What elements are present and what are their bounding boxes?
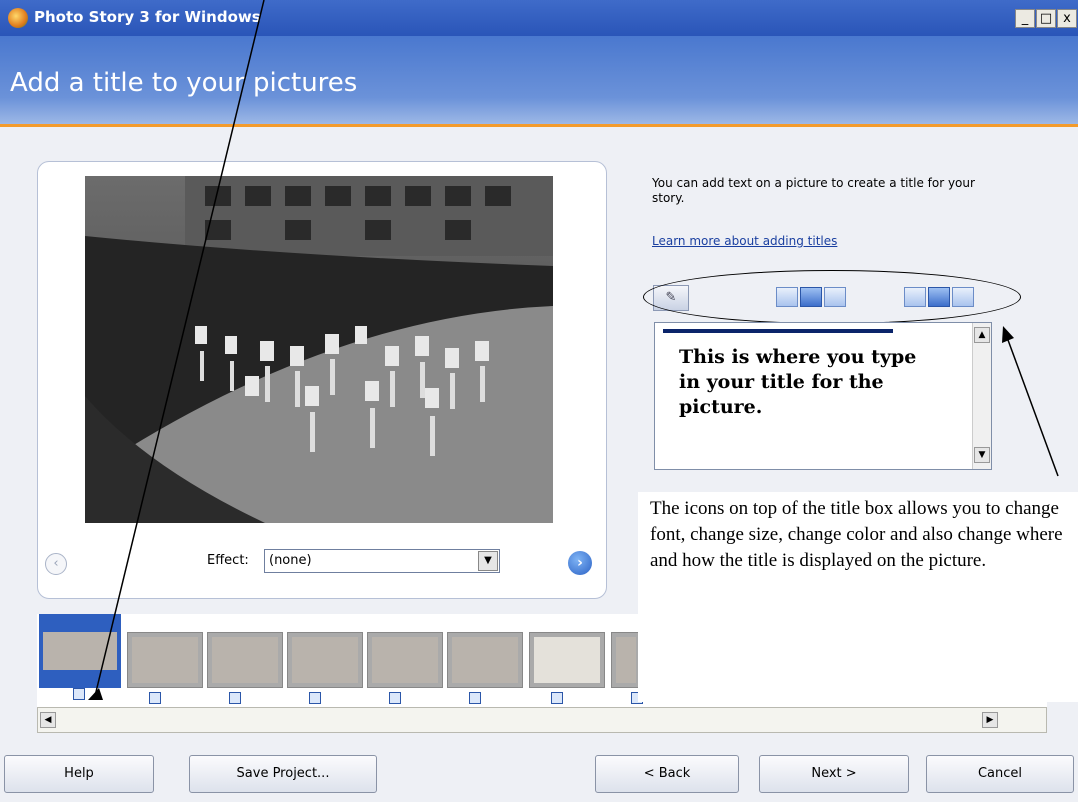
edit-icon[interactable]: [469, 692, 481, 704]
page-title: Add a title to your pictures: [10, 68, 358, 98]
scroll-right-icon[interactable]: ▶: [982, 712, 998, 728]
title-text-input[interactable]: This is where you type in your title for…: [654, 322, 992, 470]
save-project-button[interactable]: Save Project...: [189, 755, 377, 793]
thumbnail[interactable]: [367, 632, 443, 688]
edit-icon[interactable]: [309, 692, 321, 704]
annotation-text: The icons on top of the title box allows…: [650, 498, 1063, 571]
previous-picture-button[interactable]: ‹: [45, 553, 67, 575]
edit-icon[interactable]: [149, 692, 161, 704]
window-title: Photo Story 3 for Windows: [34, 8, 261, 26]
toolbar-highlight-oval: [643, 270, 1021, 324]
thumbnail[interactable]: [447, 632, 523, 688]
chevron-down-icon[interactable]: ▼: [478, 551, 498, 571]
edit-icon[interactable]: [73, 688, 85, 700]
scroll-up-icon[interactable]: ▲: [974, 327, 990, 343]
effect-label: Effect:: [207, 553, 249, 568]
thumbnail-image: [292, 637, 358, 683]
edit-icon[interactable]: [229, 692, 241, 704]
page-header: Add a title to your pictures: [0, 36, 1078, 127]
annotation-callout: The icons on top of the title box allows…: [638, 492, 1078, 702]
thumbnail[interactable]: [529, 632, 605, 688]
close-button[interactable]: x: [1057, 9, 1077, 28]
effect-select[interactable]: (none) ▼: [264, 549, 500, 573]
maximize-button[interactable]: □: [1036, 9, 1056, 28]
scroll-left-icon[interactable]: ◀: [40, 712, 56, 728]
thumbnail[interactable]: [287, 632, 363, 688]
effect-select-value: (none): [269, 553, 312, 568]
photo-story-app-icon: [8, 8, 28, 28]
edit-icon[interactable]: [389, 692, 401, 704]
horizontal-scrollbar[interactable]: ◀ ▶: [37, 707, 1047, 733]
app-window: Photo Story 3 for Windows _ □ x Add a ti…: [0, 0, 1078, 802]
preview-photo: [85, 176, 553, 523]
edit-icon[interactable]: [551, 692, 563, 704]
scroll-down-icon[interactable]: ▼: [974, 447, 990, 463]
thumbnail-image: [372, 637, 438, 683]
thumbnail[interactable]: [207, 632, 283, 688]
thumbnail-image: [132, 637, 198, 683]
thumbnail-image: [534, 637, 600, 683]
minimize-button[interactable]: _: [1015, 9, 1035, 28]
thumbnail-image: [212, 637, 278, 683]
thumbnail-image: [616, 637, 636, 683]
title-text-content: This is where you type in your title for…: [679, 346, 917, 418]
instruction-text: You can add text on a picture to create …: [652, 176, 975, 205]
chevron-left-icon: ‹: [53, 556, 59, 571]
thumbnail-image: [452, 637, 518, 683]
next-picture-button[interactable]: ›: [568, 551, 592, 575]
cancel-button[interactable]: Cancel: [926, 755, 1074, 793]
thumbnail-image: [43, 632, 117, 670]
thumbnail-selected[interactable]: [39, 614, 121, 688]
next-button[interactable]: Next >: [759, 755, 909, 793]
help-button[interactable]: Help: [4, 755, 154, 793]
chevron-right-icon: ›: [577, 555, 583, 571]
vertical-scrollbar[interactable]: ▲ ▼: [972, 323, 991, 469]
title-bar: Photo Story 3 for Windows _ □ x: [0, 0, 1078, 36]
learn-more-link[interactable]: Learn more about adding titles: [652, 234, 837, 248]
back-button[interactable]: < Back: [595, 755, 739, 793]
thumbnail[interactable]: [127, 632, 203, 688]
thumbnail[interactable]: [611, 632, 641, 688]
text-selection: [663, 329, 893, 333]
